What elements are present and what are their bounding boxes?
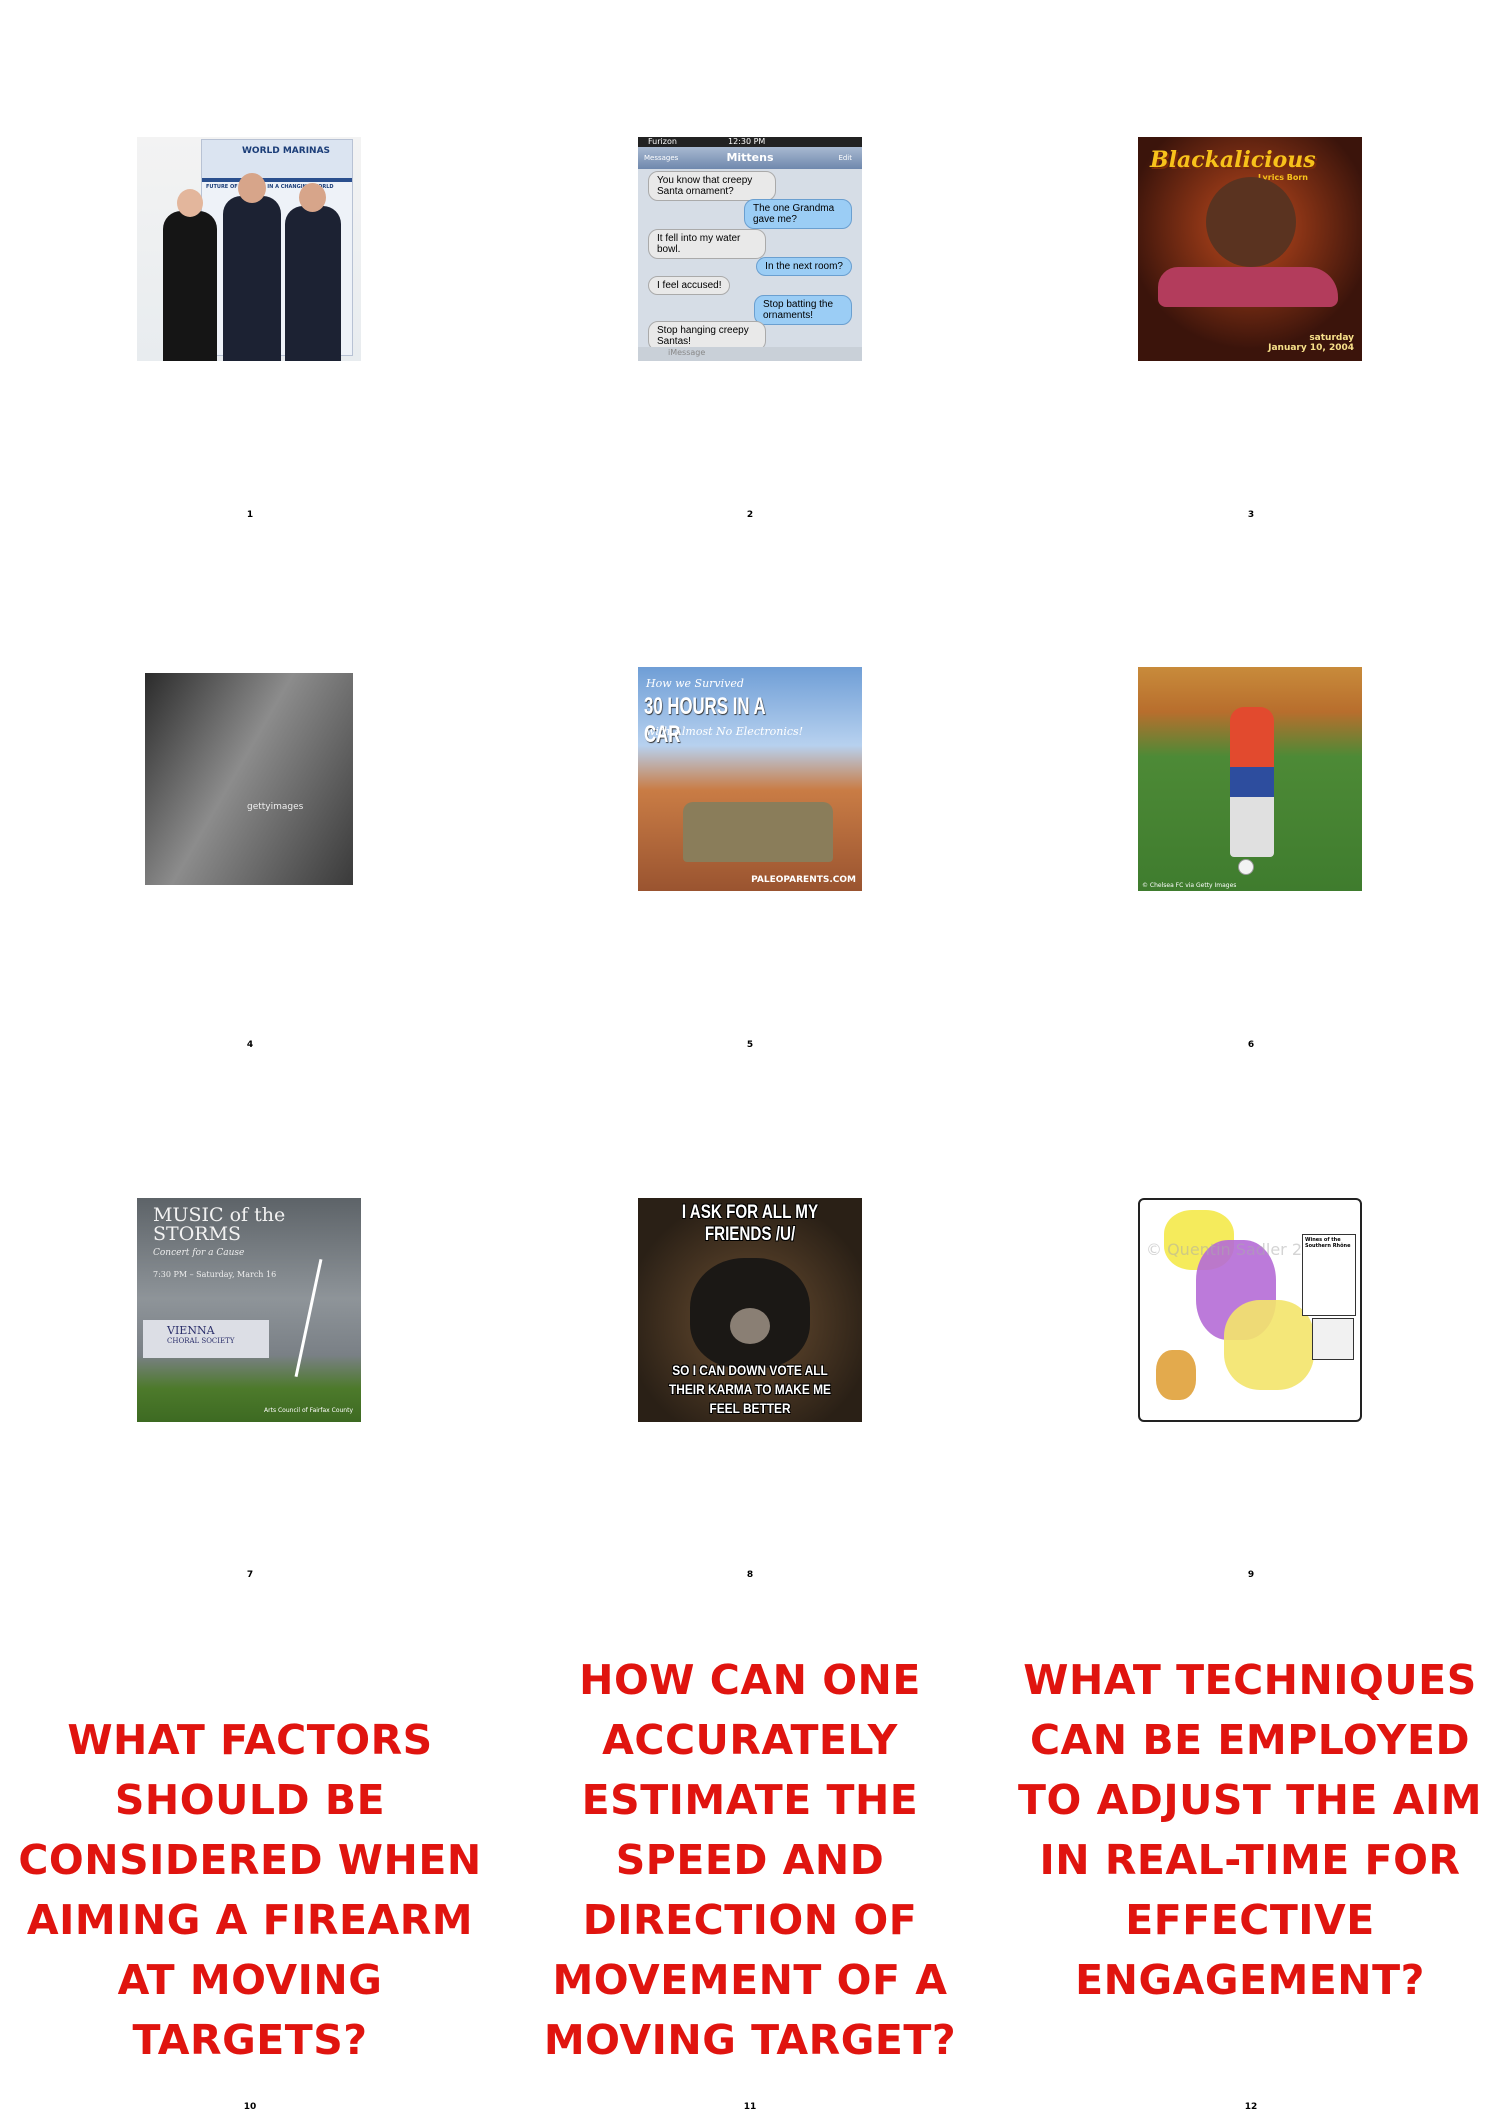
image-1-marinas-photo: WORLD MARINAS FUTURE OF MARINAS IN A CHA… bbox=[137, 137, 361, 361]
player bbox=[1230, 707, 1274, 857]
poster-title: Blackalicious bbox=[1150, 147, 1316, 173]
image-number: 2 bbox=[746, 510, 754, 520]
image-3-concert-poster: Blackalicious Lyrics Born saturday Janua… bbox=[1138, 137, 1362, 361]
image-number: 7 bbox=[246, 1570, 254, 1580]
status-bar: Furizon 12:30 PM bbox=[638, 137, 862, 147]
image-number: 5 bbox=[746, 1040, 754, 1050]
map-legend: Wines of the Southern Rhône bbox=[1302, 1234, 1356, 1316]
photo-credit: © Chelsea FC via Getty Images bbox=[1142, 882, 1237, 889]
headline-line1: How we Survived bbox=[646, 677, 744, 690]
image-number: 6 bbox=[1247, 1040, 1255, 1050]
question-11: How can one accurately estimate the spee… bbox=[543, 1656, 957, 2064]
image-9-wine-region-map: © Quentin Sadler 2014 Wines of the South… bbox=[1138, 1198, 1362, 1422]
messages-nav-bar: Messages Mittens Edit bbox=[638, 147, 862, 169]
message-bubble: In the next room? bbox=[756, 257, 852, 276]
message-input-bar: iMessage bbox=[638, 347, 862, 361]
message-bubble: Stop batting the ornaments! bbox=[754, 295, 852, 325]
message-bubble: I feel accused! bbox=[648, 276, 731, 295]
flyer-footer: Arts Council of Fairfax County bbox=[264, 1407, 353, 1414]
message-bubble: You know that creepy Santa ornament? bbox=[648, 171, 776, 201]
image-number: 4 bbox=[246, 1040, 254, 1050]
flyer-subtitle: Concert for a Cause bbox=[153, 1248, 245, 1258]
image-number: 12 bbox=[1244, 2102, 1258, 2112]
flyer-title: MUSIC of the STORMS bbox=[153, 1204, 286, 1245]
france-inset-map bbox=[1312, 1318, 1354, 1360]
image-number: 3 bbox=[1247, 510, 1255, 520]
station-wagon bbox=[683, 802, 833, 862]
headline-line2: 30 HOURS IN A CAR bbox=[644, 693, 766, 748]
site-watermark: PALEOPARENTS.COM bbox=[751, 875, 856, 885]
image-number: 9 bbox=[1247, 1570, 1255, 1580]
lightning-bolt bbox=[294, 1258, 323, 1378]
back-button: Messages bbox=[644, 154, 679, 162]
banner-title: WORLD MARINAS bbox=[242, 146, 331, 156]
image-number: 1 bbox=[246, 510, 254, 520]
image-6-football-training: © Chelsea FC via Getty Images bbox=[1138, 667, 1362, 891]
image-4-black-and-white-still: gettyimages bbox=[137, 667, 361, 891]
person-center bbox=[223, 196, 281, 361]
question-10: What factors should be considered when a… bbox=[18, 1716, 482, 2064]
football bbox=[1238, 859, 1254, 875]
image-number: 8 bbox=[746, 1570, 754, 1580]
person-right bbox=[285, 206, 341, 361]
getty-watermark: gettyimages bbox=[247, 802, 304, 812]
image-5-road-trip-photo: How we Survived 30 HOURS IN A CAR with A… bbox=[638, 667, 862, 891]
image-2-text-message-screenshot: Furizon 12:30 PM Messages Mittens Edit Y… bbox=[638, 137, 862, 361]
question-12: What techniques can be employed to adjus… bbox=[1017, 1656, 1483, 2004]
image-8-confession-bear-meme: I ASK FOR ALL MY FRIENDS /U/ SO I CAN DO… bbox=[638, 1198, 862, 1422]
message-bubble: The one Grandma gave me? bbox=[744, 199, 852, 229]
message-bubble: It fell into my water bowl. bbox=[648, 229, 766, 259]
portrait bbox=[1206, 177, 1296, 267]
headline-line3: with Almost No Electronics! bbox=[646, 725, 804, 738]
image-number: 10 bbox=[243, 2102, 257, 2112]
image-number: 11 bbox=[743, 2102, 757, 2112]
image-7-concert-flyer: MUSIC of the STORMS Concert for a Cause … bbox=[137, 1198, 361, 1422]
person-left bbox=[163, 211, 217, 361]
org-name: VIENNA CHORAL SOCIETY bbox=[167, 1324, 235, 1345]
banner-subtitle: FUTURE OF MARINAS IN A CHANGING WORLD bbox=[206, 184, 334, 190]
contact-name: Mittens bbox=[726, 151, 774, 164]
poster-date: saturday January 10, 2004 bbox=[1268, 333, 1354, 353]
meme-bottom-text: SO I CAN DOWN VOTE ALL THEIR KARMA TO MA… bbox=[669, 1362, 831, 1416]
meme-top-text: I ASK FOR ALL MY FRIENDS /U/ bbox=[681, 1202, 819, 1245]
car-illustration bbox=[1158, 267, 1338, 307]
flyer-datetime: 7:30 PM – Saturday, March 16 bbox=[153, 1270, 277, 1279]
edit-button: Edit bbox=[838, 154, 852, 162]
